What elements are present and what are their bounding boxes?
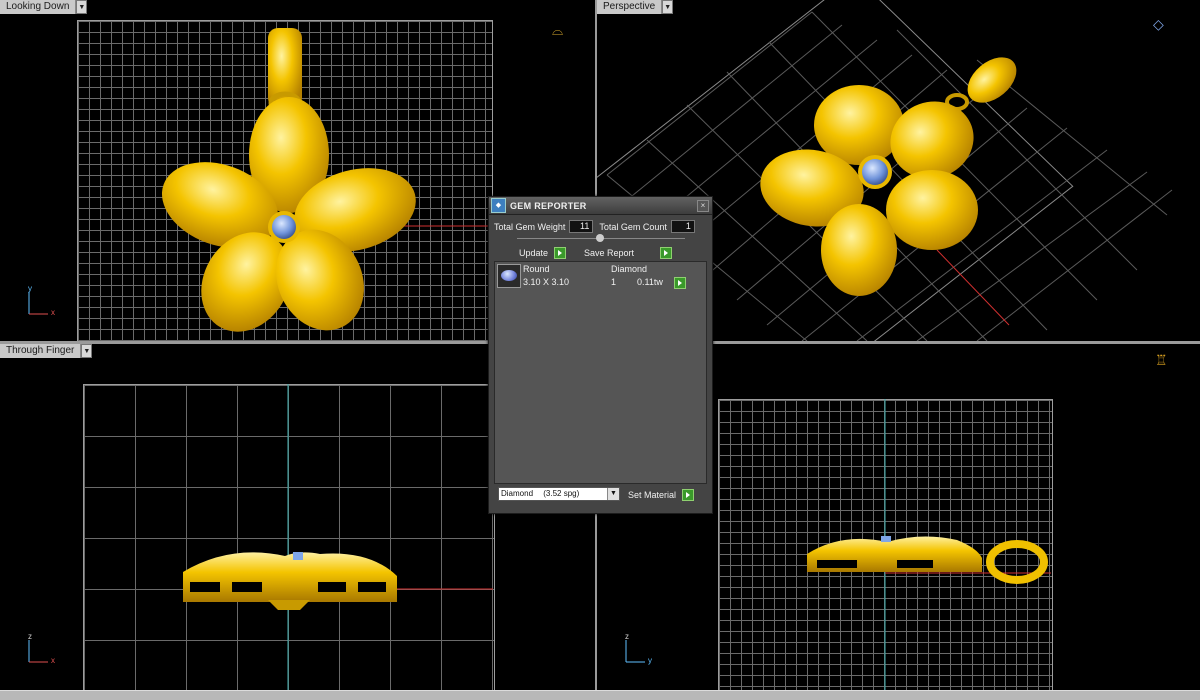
- material-spg: (3.52 spg): [543, 489, 580, 498]
- axis-label-h: x: [51, 656, 55, 665]
- material-name: Diamond: [501, 489, 534, 498]
- gem-reporter-panel[interactable]: ◆ GEM REPORTER × Total Gem Weight 11 Tot…: [488, 196, 713, 514]
- gem-material-header: Diamond: [611, 264, 648, 274]
- axis-label-v: z: [625, 632, 629, 641]
- chevron-down-icon[interactable]: ▼: [662, 0, 674, 14]
- collapse-icon[interactable]: [596, 234, 604, 242]
- total-gem-weight-label: Total Gem Weight: [494, 221, 566, 232]
- gem-reporter-logo-icon: ◆: [491, 198, 506, 213]
- ring-camera-icon[interactable]: ◇: [1153, 16, 1164, 33]
- gem-reporter-titlebar[interactable]: ◆ GEM REPORTER ×: [489, 197, 712, 215]
- gem-size-cell: 3.10 X 3.10: [523, 277, 570, 287]
- save-report-label: Save Report: [584, 248, 635, 258]
- update-label: Update: [519, 248, 549, 258]
- total-gem-weight-value: 11: [569, 220, 594, 233]
- ring-camera-icon[interactable]: ⌓: [552, 22, 563, 39]
- material-select[interactable]: Diamond (3.52 spg) ▼: [498, 487, 620, 501]
- gem-shape-header: Round: [523, 264, 550, 274]
- axis-label-v: y: [28, 284, 32, 293]
- update-button[interactable]: [554, 247, 567, 259]
- gem-row[interactable]: Round Diamond 3.10 X 3.10 1 0.11tw: [497, 264, 693, 289]
- gem-weight-cell: 0.11tw: [637, 277, 663, 287]
- gem-list[interactable]: Round Diamond 3.10 X 3.10 1 0.11tw: [494, 261, 707, 484]
- collapse-handle[interactable]: [517, 234, 685, 242]
- viewport-label-perspective[interactable]: Perspective ▼: [597, 0, 674, 14]
- total-gem-count-label: Total Gem Count: [599, 221, 667, 232]
- round-gem-icon: [497, 264, 521, 288]
- viewport-label-text: Perspective: [597, 0, 663, 14]
- finger-camera-icon[interactable]: ♖: [1155, 352, 1168, 369]
- axis-label-h: y: [648, 656, 652, 665]
- axis-indicator: z y: [623, 632, 663, 666]
- axis-indicator: z x: [26, 632, 66, 666]
- axis-indicator: y x: [26, 284, 66, 318]
- viewport-label-text: Looking Down: [0, 0, 77, 14]
- close-icon[interactable]: ×: [697, 199, 709, 212]
- set-material-button[interactable]: [682, 489, 695, 501]
- gem-count-cell: 1: [611, 277, 617, 287]
- chevron-down-icon[interactable]: ▼: [76, 0, 88, 14]
- axis-label-h: x: [51, 308, 55, 317]
- total-gem-count-value: 1: [670, 220, 695, 233]
- axis-label-v: z: [28, 632, 32, 641]
- set-material-label: Set Material: [628, 490, 677, 500]
- viewport-label-text: Through Finger: [0, 344, 82, 358]
- viewport-label-looking-down[interactable]: Looking Down ▼: [0, 0, 88, 14]
- gem-row-go-button[interactable]: [674, 277, 686, 289]
- gem-reporter-title: GEM REPORTER: [510, 200, 587, 211]
- viewport-label-through-finger[interactable]: Through Finger ▼: [0, 344, 93, 358]
- chevron-down-icon[interactable]: ▼: [607, 488, 619, 500]
- chevron-down-icon[interactable]: ▼: [81, 344, 93, 358]
- save-report-button[interactable]: [660, 247, 673, 259]
